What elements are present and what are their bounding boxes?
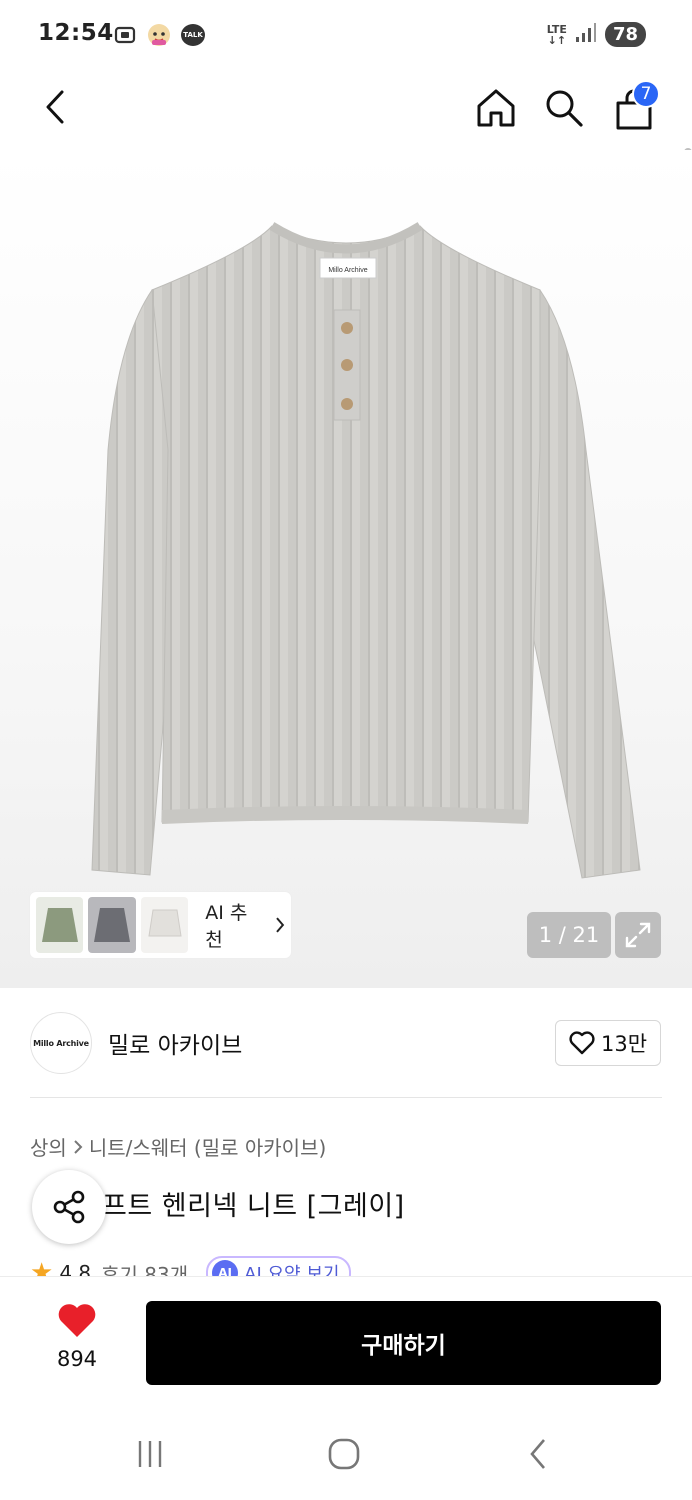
back-nav-button[interactable]	[516, 1432, 560, 1476]
ai-summary-label: AI 요약 보기	[244, 1264, 340, 1276]
chevron-left-icon	[46, 90, 64, 124]
star-icon: ★	[30, 1258, 54, 1276]
signal-icon	[575, 22, 597, 47]
expand-image-button[interactable]	[615, 912, 661, 958]
system-status: LTE ↓↑ 78	[547, 22, 646, 47]
search-icon	[546, 90, 583, 127]
ai-badge-icon: AI	[212, 1260, 239, 1276]
kakaotalk-icon: TALK	[180, 22, 206, 48]
product-photo: Millo Archive	[91, 222, 641, 879]
home-button[interactable]	[474, 86, 518, 130]
review-count[interactable]: 후기 83개	[101, 1259, 188, 1277]
chevron-right-icon	[276, 917, 285, 933]
back-button[interactable]	[34, 86, 76, 128]
cart-count-badge: 7	[632, 80, 660, 108]
battery-indicator: 78	[604, 22, 646, 47]
brand-like-count: 13만	[600, 1032, 648, 1056]
purchase-bar: 894 구매하기	[0, 1276, 692, 1406]
wishlist-count: 894	[56, 1347, 98, 1371]
product-image-carousel[interactable]: Millo Archive AI 추천 1 / 21	[0, 150, 692, 988]
share-icon	[53, 1190, 85, 1224]
ai-recommendation-button[interactable]: AI 추천	[30, 892, 291, 958]
recent-apps-button[interactable]	[128, 1432, 172, 1476]
ai-recommend-label: AI 추천	[205, 902, 248, 951]
home-circle-icon	[328, 1438, 360, 1470]
top-app-bar: 7	[0, 70, 692, 252]
status-bar: 12:54 TALK LTE ↓↑ 78	[0, 0, 692, 70]
product-title: 프트 헨리넥 니트 [그레이]	[102, 1191, 405, 1222]
home-nav-button[interactable]	[322, 1432, 366, 1476]
neck-tag-label: Millo Archive	[328, 267, 367, 274]
system-nav-bar	[0, 1406, 692, 1500]
brand-row: Millo Archive 밀로 아카이브 13만	[0, 988, 692, 1098]
rating-value: 4.8	[59, 1261, 92, 1276]
home-icon	[477, 89, 515, 127]
recommendation-thumb-gray[interactable]	[88, 897, 136, 953]
brand-name[interactable]: 밀로 아카이브	[108, 1026, 242, 1060]
image-counter: 1 / 21	[527, 912, 611, 958]
character-app-icon	[146, 22, 172, 48]
brand-logo[interactable]: Millo Archive	[30, 1012, 92, 1074]
ai-summary-button[interactable]: AI AI 요약 보기	[206, 1256, 352, 1276]
share-button[interactable]	[32, 1170, 106, 1244]
search-button[interactable]	[542, 86, 586, 130]
expand-icon	[625, 922, 651, 948]
wishlist-button[interactable]: 894	[48, 1303, 106, 1371]
rating-row: ★ 4.8 후기 83개 AI AI 요약 보기	[30, 1256, 430, 1276]
back-arrow-icon	[530, 1439, 545, 1469]
chevron-right-icon	[74, 1139, 83, 1154]
divider	[30, 1097, 662, 1098]
status-time: 12:54	[38, 20, 114, 46]
recommendation-thumb-white[interactable]	[140, 897, 189, 953]
breadcrumb: 상의 니트/스웨터 (밀로 아카이브)	[30, 1132, 326, 1161]
heart-outline-icon	[569, 1031, 595, 1055]
breadcrumb-subcategory[interactable]: 니트/스웨터 (밀로 아카이브)	[89, 1132, 326, 1161]
notification-icons: TALK	[112, 22, 206, 48]
recommendation-thumb-green[interactable]	[36, 897, 84, 953]
buy-button[interactable]: 구매하기	[146, 1301, 661, 1385]
lte-indicator: LTE ↓↑	[546, 22, 567, 47]
screenshot-icon	[112, 22, 138, 48]
recent-apps-icon	[138, 1441, 162, 1467]
heart-filled-icon	[58, 1304, 96, 1337]
breadcrumb-category[interactable]: 상의	[30, 1132, 67, 1161]
brand-like-button[interactable]: 13만	[555, 1020, 661, 1066]
cart-button[interactable]: 7	[610, 80, 660, 134]
